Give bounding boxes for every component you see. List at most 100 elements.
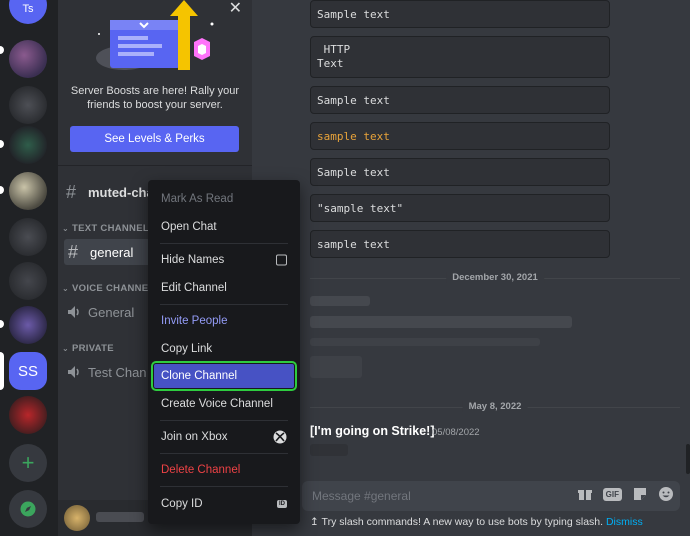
slash-commands-tip: ↥ Try slash commands! A new way to use b… xyxy=(310,516,643,528)
menu-item-invite-people[interactable]: Invite People xyxy=(154,309,294,333)
menu-label: Copy Link xyxy=(161,343,213,355)
server-icon-blurred[interactable] xyxy=(9,262,47,300)
close-icon[interactable]: ✕ xyxy=(229,0,242,18)
unread-pill xyxy=(0,186,4,194)
channel-muted[interactable]: # muted-cha xyxy=(66,179,154,205)
speaker-icon xyxy=(68,366,79,378)
server-rail: Ts SS + xyxy=(0,0,58,536)
username-blurred xyxy=(96,512,144,522)
date-label: December 30, 2021 xyxy=(446,272,544,283)
message-author[interactable]: [I'm going on Strike!] xyxy=(310,424,435,438)
menu-item-open-chat[interactable]: Open Chat xyxy=(154,215,294,239)
date-divider: December 30, 2021 xyxy=(310,272,680,283)
voice-channel-test[interactable]: Test Chan xyxy=(66,359,147,385)
tip-text: Try slash commands! A new way to use bot… xyxy=(321,516,604,528)
menu-item-clone-channel[interactable]: Clone Channel xyxy=(151,361,297,391)
channel-context-menu: Mark As Read Open Chat Hide Names Edit C… xyxy=(148,180,300,524)
menu-label: Edit Channel xyxy=(161,282,227,294)
server-icon-blurred[interactable] xyxy=(9,86,47,124)
menu-label: Mark As Read xyxy=(161,193,234,205)
menu-item-mark-as-read[interactable]: Mark As Read xyxy=(154,187,294,211)
menu-separator xyxy=(160,486,288,487)
composer-toolbar: GIF xyxy=(577,486,674,502)
code-block: HTTP Text xyxy=(310,36,610,78)
menu-item-create-voice-channel[interactable]: Create Voice Channel xyxy=(154,392,294,416)
code-block: Sample text xyxy=(310,0,610,28)
menu-item-edit-channel[interactable]: Edit Channel xyxy=(154,276,294,300)
hash-icon: # xyxy=(68,241,79,262)
menu-label: Clone Channel xyxy=(161,370,238,382)
scrollbar[interactable] xyxy=(686,444,690,474)
explore-servers-button[interactable] xyxy=(9,490,47,528)
date-label: May 8, 2022 xyxy=(462,401,528,412)
blurred-attachment xyxy=(310,444,348,456)
menu-label: Delete Channel xyxy=(161,464,241,476)
message-composer[interactable]: Message #general GIF xyxy=(302,481,680,511)
server-icon-ts[interactable]: Ts xyxy=(9,0,47,24)
unread-pill xyxy=(0,46,4,54)
see-levels-perks-button[interactable]: See Levels & Perks xyxy=(70,126,239,152)
voice-channel-general[interactable]: General xyxy=(66,299,134,325)
server-icon-blurred[interactable] xyxy=(9,306,47,344)
boost-description: Server Boosts are here! Rally your frien… xyxy=(70,85,240,111)
server-icon-blurred[interactable] xyxy=(9,126,47,164)
menu-item-copy-id[interactable]: Copy ID ID xyxy=(154,492,294,516)
menu-item-join-on-xbox[interactable]: Join on Xbox xyxy=(154,425,294,449)
boost-illustration xyxy=(88,0,224,74)
menu-item-delete-channel[interactable]: Delete Channel xyxy=(154,458,294,482)
gif-button[interactable]: GIF xyxy=(602,487,622,501)
menu-item-hide-names[interactable]: Hide Names xyxy=(154,248,294,272)
hash-icon: # xyxy=(66,181,77,202)
server-icon-blurred[interactable] xyxy=(9,396,47,434)
blurred-message xyxy=(310,316,572,328)
speaker-icon xyxy=(68,306,79,318)
chat-area: Sample text HTTP Text Sample text sample… xyxy=(252,0,690,536)
category-private[interactable]: ⌄ PRIVATE xyxy=(62,343,114,354)
channel-label: Test Chan xyxy=(88,364,147,380)
gift-icon[interactable] xyxy=(577,486,593,502)
category-voice-channels[interactable]: ⌄ VOICE CHANNEL xyxy=(62,283,155,294)
menu-label: Invite People xyxy=(161,315,228,327)
menu-item-copy-link[interactable]: Copy Link xyxy=(154,337,294,361)
menu-label: Create Voice Channel xyxy=(161,398,273,410)
chevron-down-icon: ⌄ xyxy=(62,344,70,353)
menu-separator xyxy=(160,304,288,305)
menu-label: Copy ID xyxy=(161,498,203,510)
menu-label: Join on Xbox xyxy=(161,431,228,443)
date-divider: May 8, 2022 xyxy=(310,401,680,412)
server-boost-card: ✕ Server Boosts are here! Rally your fri… xyxy=(58,0,252,166)
code-block: sample text xyxy=(310,230,610,258)
code-block: "sample text" xyxy=(310,194,610,222)
blurred-message xyxy=(310,338,540,346)
menu-label: Hide Names xyxy=(161,254,225,266)
server-icon-blurred[interactable] xyxy=(9,40,47,78)
arrow-up-icon: ↥ xyxy=(310,516,319,528)
dismiss-link[interactable]: Dismiss xyxy=(606,516,643,528)
category-text-channels[interactable]: ⌄ TEXT CHANNELS xyxy=(62,223,156,234)
menu-separator xyxy=(160,420,288,421)
id-icon: ID xyxy=(277,500,287,508)
blurred-author xyxy=(310,296,370,306)
avatar[interactable] xyxy=(64,505,90,531)
channel-general[interactable]: # general xyxy=(64,239,160,265)
code-block: Sample text xyxy=(310,86,610,114)
chevron-down-icon: ⌄ xyxy=(62,284,70,293)
message-timestamp: 05/08/2022 xyxy=(432,427,480,438)
sticker-icon[interactable] xyxy=(632,486,648,502)
channel-label: General xyxy=(88,304,135,320)
server-icon-blurred[interactable] xyxy=(9,218,47,256)
chevron-down-icon: ⌄ xyxy=(62,224,70,233)
menu-separator xyxy=(160,243,288,244)
server-icon-blurred[interactable] xyxy=(9,172,47,210)
server-icon-ss[interactable]: SS xyxy=(9,352,47,390)
discord-window: Ts SS + ✕ Server Boosts are here! Rally … xyxy=(0,0,690,536)
emoji-icon[interactable] xyxy=(658,486,674,502)
message-input-placeholder[interactable]: Message #general xyxy=(312,489,411,503)
menu-label: Open Chat xyxy=(161,221,217,233)
add-server-button[interactable]: + xyxy=(9,444,47,482)
unread-pill xyxy=(0,320,4,328)
compass-icon xyxy=(20,501,36,517)
channel-label: general xyxy=(90,244,134,260)
checkbox-icon[interactable] xyxy=(276,254,287,266)
unread-pill xyxy=(0,140,4,148)
